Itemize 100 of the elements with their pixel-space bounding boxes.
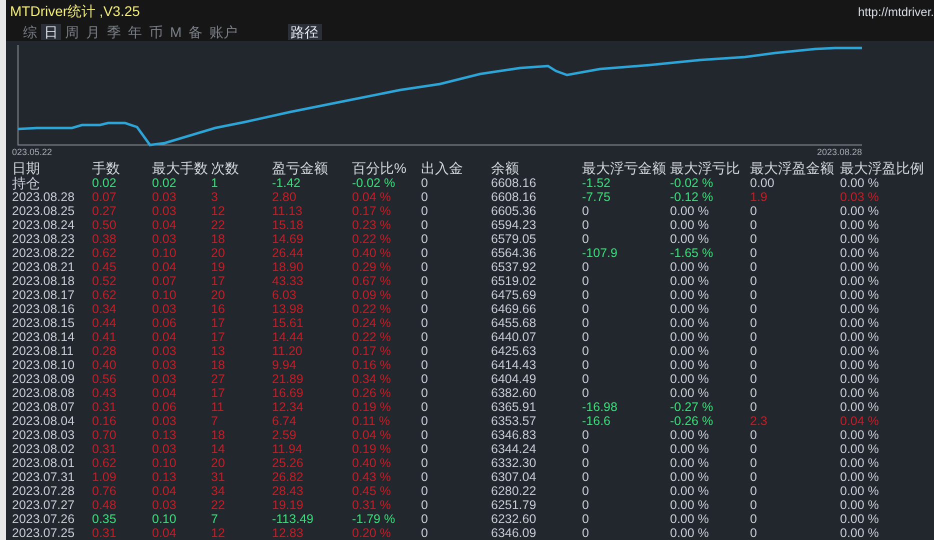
table-cell-text: 11.13 xyxy=(272,204,304,218)
table-cell-text: 0 xyxy=(750,372,758,386)
table-cell-text: 0.00 % xyxy=(670,260,710,274)
table-cell-text: 6455.68 xyxy=(491,316,538,330)
column-header: 百分比% xyxy=(352,161,408,176)
period-tab[interactable]: 账户 xyxy=(206,24,241,40)
table-cell-text: 0.02 xyxy=(92,176,118,190)
table-cell-text: 0.00 % xyxy=(670,470,710,484)
table-cell-text: 11.94 xyxy=(272,442,304,456)
table-cell-text: 0 xyxy=(421,204,429,218)
table-cell-text: 0 xyxy=(421,372,429,386)
table-cell-text: 2023.08.21 xyxy=(12,260,76,274)
table-cell-text: 0.04 xyxy=(152,386,178,400)
table-cell-text: 0.00 % xyxy=(670,498,710,512)
period-tab[interactable]: 综 xyxy=(20,24,40,40)
period-tab[interactable]: 月 xyxy=(83,24,103,40)
table-cell-text: 0 xyxy=(421,526,429,540)
table-cell-text: 0.00 xyxy=(750,176,776,190)
column-header: 出入金 xyxy=(421,161,464,176)
table-cell-text: 0.22 % xyxy=(352,302,392,316)
table-cell-text: 0.40 xyxy=(92,358,118,372)
table-cell-text: 0.62 xyxy=(92,246,118,260)
table-cell-text: 0.00 % xyxy=(670,316,710,330)
column-header: 次数 xyxy=(211,161,240,176)
table-cell-text: 20 xyxy=(211,288,226,302)
table-cell-text: 17 xyxy=(211,316,226,330)
table-cell-text: 2.59 xyxy=(272,428,298,442)
table-cell-text: 0.03 xyxy=(152,344,178,358)
table-cell-text: 0 xyxy=(750,526,758,540)
table-cell-text: 13 xyxy=(211,344,226,358)
table-cell-text: 0 xyxy=(582,232,590,246)
period-tab[interactable]: 季 xyxy=(104,24,124,40)
table-cell-text: 0.48 xyxy=(92,498,118,512)
table-cell-text: 1 xyxy=(211,176,219,190)
period-tab[interactable]: 日 xyxy=(41,24,61,40)
table-cell-text: 6519.02 xyxy=(491,274,538,288)
table-cell-text: 0.00 % xyxy=(840,274,880,288)
table-cell-text: 6605.36 xyxy=(491,204,538,218)
table-cell-text: 0.62 xyxy=(92,288,118,302)
table-cell-text: 0 xyxy=(582,372,590,386)
website-link[interactable]: http://mtdriver. xyxy=(858,4,934,19)
period-tab[interactable]: M xyxy=(167,24,185,40)
table-cell-text: 0.00 % xyxy=(670,330,710,344)
table-cell-text: 0 xyxy=(750,498,758,512)
table-cell-text: 0 xyxy=(421,442,429,456)
table-cell-text: 0 xyxy=(582,218,590,232)
table-cell-text: 6280.22 xyxy=(491,484,538,498)
table-cell-text: 20 xyxy=(211,456,226,470)
table-cell-text: 0.00 % xyxy=(670,288,710,302)
table-cell-text: 0 xyxy=(750,456,758,470)
table-cell-text: 0.40 % xyxy=(352,246,392,260)
table-cell-text: 6608.16 xyxy=(491,176,538,190)
period-tab[interactable]: 备 xyxy=(186,24,206,40)
table-cell-text: 0.03 xyxy=(152,232,178,246)
table-cell-text: 0.23 % xyxy=(352,218,392,232)
table-cell-text: 2023.08.08 xyxy=(12,386,76,400)
table-cell-text: 0 xyxy=(421,470,429,484)
table-cell-text: 0 xyxy=(421,512,429,526)
table-cell-text: -107.9 xyxy=(582,246,618,260)
path-button[interactable]: 路径 xyxy=(288,24,322,40)
table-cell-text: 19.19 xyxy=(272,498,304,512)
table-cell-text: 2023.07.27 xyxy=(12,498,76,512)
table-cell-text: 15.61 xyxy=(272,316,304,330)
table-cell-text: 0.07 xyxy=(152,274,178,288)
table-cell-text: 6579.05 xyxy=(491,232,538,246)
table-cell-text: 0.00 % xyxy=(840,512,880,526)
table-cell-text: 0.03 xyxy=(152,302,178,316)
table-cell-text: 0 xyxy=(421,428,429,442)
table-cell-text: 18 xyxy=(211,428,226,442)
table-cell-text: 7 xyxy=(211,512,219,526)
table-cell-text: 43.33 xyxy=(272,274,304,288)
table-cell-text: 11 xyxy=(211,400,225,414)
table-cell-text: -0.02 % xyxy=(670,176,714,190)
table-cell-text: 0.13 xyxy=(152,428,178,442)
table-cell-text: 0.03 % xyxy=(840,190,880,204)
table-cell-text: 6382.60 xyxy=(491,386,538,400)
table-cell-text: 0 xyxy=(421,344,429,358)
table-cell-text: 34 xyxy=(211,484,226,498)
table-cell-text: 0.00 % xyxy=(840,372,880,386)
period-tab[interactable]: 年 xyxy=(125,24,145,40)
table-cell-text: 0 xyxy=(421,456,429,470)
table-cell-text: 0.00 % xyxy=(840,498,880,512)
table-cell-text: 0 xyxy=(582,302,590,316)
table-cell-text: -7.75 xyxy=(582,190,612,204)
table-cell-text: 6251.79 xyxy=(491,498,538,512)
table-cell-text: 0 xyxy=(750,512,758,526)
table-cell-text: 0.28 xyxy=(92,344,118,358)
period-tab[interactable]: 周 xyxy=(62,24,82,40)
table-cell-text: 0.67 % xyxy=(352,274,392,288)
table-cell-text: 0.00 % xyxy=(840,246,880,260)
table-cell-text: 19 xyxy=(211,260,226,274)
table-cell-text: 6365.91 xyxy=(491,400,538,414)
table-cell-text: 2023.08.07 xyxy=(12,400,76,414)
table-cell-text: 0.00 % xyxy=(670,428,710,442)
table-cell-text: 2023.08.09 xyxy=(12,372,76,386)
table-cell-text: 0.56 xyxy=(92,372,118,386)
period-tab[interactable]: 币 xyxy=(146,24,166,40)
table-cell-text: 6.03 xyxy=(272,288,298,302)
table-cell-text: 0.40 % xyxy=(352,456,392,470)
table-cell-text: 0.00 % xyxy=(670,372,710,386)
